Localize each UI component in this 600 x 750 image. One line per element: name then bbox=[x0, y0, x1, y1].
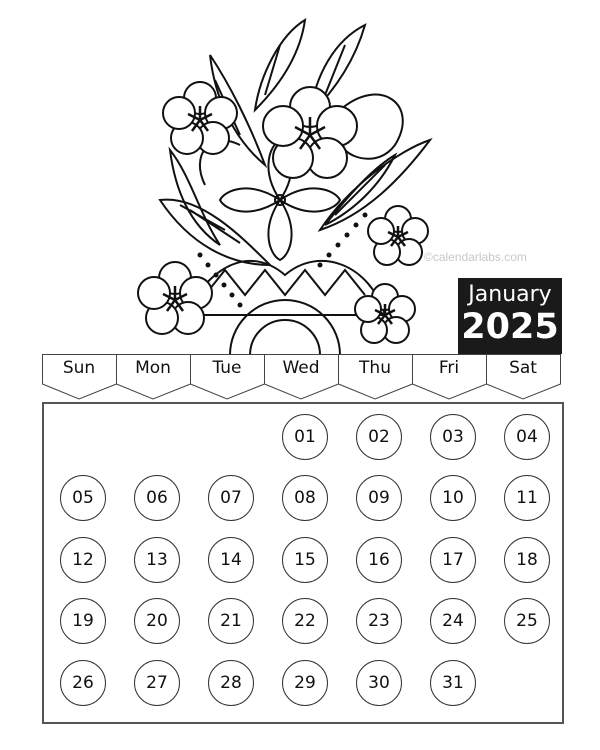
day-cell[interactable]: 26 bbox=[60, 660, 106, 706]
year: 2025 bbox=[461, 307, 559, 347]
day-cell[interactable]: 12 bbox=[60, 537, 106, 583]
day-cell[interactable]: 06 bbox=[134, 475, 180, 521]
weekday-label: Wed bbox=[282, 358, 320, 378]
calendar-grid: 01 02 03 04 05 06 07 08 09 10 11 12 13 14 15 16 17 18 19 20… bbox=[42, 402, 564, 724]
day-cell[interactable]: 08 bbox=[282, 475, 328, 521]
day-cell[interactable]: 16 bbox=[356, 537, 402, 583]
weekday-tue: Tue bbox=[190, 354, 265, 400]
leaf bbox=[158, 198, 273, 267]
day-cell[interactable]: 01 bbox=[282, 414, 328, 460]
day-cell[interactable]: 23 bbox=[356, 598, 402, 644]
day-cell[interactable]: 09 bbox=[356, 475, 402, 521]
flower bbox=[367, 205, 429, 266]
day-cell[interactable]: 15 bbox=[282, 537, 328, 583]
day-cell[interactable]: 29 bbox=[282, 660, 328, 706]
weekday-sun: Sun bbox=[42, 354, 117, 400]
day-cell[interactable]: 28 bbox=[208, 660, 254, 706]
month-header: January 2025 bbox=[458, 278, 562, 354]
weekday-mon: Mon bbox=[116, 354, 191, 400]
day-cell[interactable]: 20 bbox=[134, 598, 180, 644]
flower bbox=[162, 81, 238, 155]
day-cell[interactable]: 24 bbox=[430, 598, 476, 644]
day-cell[interactable]: 17 bbox=[430, 537, 476, 583]
weekday-wed: Wed bbox=[264, 354, 339, 400]
weekday-label: Sun bbox=[62, 358, 96, 378]
day-cell[interactable]: 10 bbox=[430, 475, 476, 521]
day-cell[interactable]: 03 bbox=[430, 414, 476, 460]
weekday-label: Fri bbox=[438, 358, 460, 378]
day-cell[interactable]: 02 bbox=[356, 414, 402, 460]
day-cell[interactable]: 25 bbox=[504, 598, 550, 644]
watermark: ©calendarlabs.com bbox=[424, 250, 527, 264]
weekday-sat: Sat bbox=[486, 354, 561, 400]
day-cell[interactable]: 22 bbox=[282, 598, 328, 644]
weekday-label: Tue bbox=[212, 358, 242, 378]
weekday-thu: Thu bbox=[338, 354, 413, 400]
weekday-fri: Fri bbox=[412, 354, 487, 400]
flower bbox=[137, 261, 213, 335]
month-name: January bbox=[468, 282, 552, 307]
day-cell[interactable]: 27 bbox=[134, 660, 180, 706]
day-cell[interactable]: 07 bbox=[208, 475, 254, 521]
day-cell[interactable]: 04 bbox=[504, 414, 550, 460]
day-cell[interactable]: 14 bbox=[208, 537, 254, 583]
leaf bbox=[168, 146, 221, 246]
day-cell[interactable]: 30 bbox=[356, 660, 402, 706]
day-cell[interactable]: 19 bbox=[60, 598, 106, 644]
day-cell[interactable]: 11 bbox=[504, 475, 550, 521]
weekday-label: Sat bbox=[509, 358, 537, 378]
weekday-header-row: Sun Mon Tue Wed Thu Fri Sat bbox=[42, 354, 562, 400]
weekday-label: Thu bbox=[359, 358, 391, 378]
floral-illustration bbox=[137, 18, 433, 355]
day-cell[interactable]: 21 bbox=[208, 598, 254, 644]
flower bbox=[262, 86, 358, 179]
day-cell[interactable]: 18 bbox=[504, 537, 550, 583]
day-cell[interactable]: 31 bbox=[430, 660, 476, 706]
day-cell[interactable]: 13 bbox=[134, 537, 180, 583]
weekday-label: Mon bbox=[135, 358, 171, 378]
day-cell[interactable]: 05 bbox=[60, 475, 106, 521]
